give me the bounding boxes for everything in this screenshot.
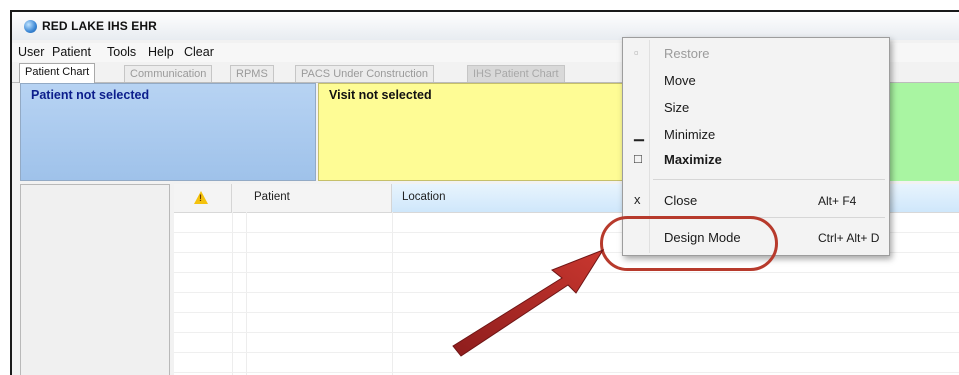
- menu-item-label: Size: [664, 100, 690, 115]
- tab-patient-chart[interactable]: Patient Chart: [19, 63, 96, 83]
- grid-line: [174, 372, 959, 373]
- tab-communication[interactable]: Communication: [124, 65, 213, 82]
- visit-status: Visit not selected: [329, 88, 432, 102]
- maximize-icon: □: [634, 151, 642, 166]
- menu-item-move[interactable]: Move: [623, 69, 889, 93]
- menu-item-label: Restore: [664, 46, 710, 61]
- menu-item-restore[interactable]: ▫ Restore: [623, 42, 889, 66]
- close-icon: x: [634, 192, 641, 207]
- visit-banner[interactable]: Visit not selected: [318, 83, 638, 181]
- warning-icon: !: [194, 191, 208, 204]
- menu-item-shortcut: Ctrl+ Alt+ D: [818, 231, 880, 245]
- menu-item-shortcut: Alt+ F4: [818, 194, 857, 208]
- column-warning[interactable]: !: [174, 184, 232, 212]
- column-patient[interactable]: Patient: [232, 184, 392, 212]
- menu-patient[interactable]: Patient: [52, 45, 91, 59]
- left-pane: [20, 184, 170, 375]
- tab-ihs-patient-chart[interactable]: IHS Patient Chart: [467, 65, 565, 82]
- tab-pacs[interactable]: PACS Under Construction: [295, 65, 434, 82]
- menu-item-minimize[interactable]: ▁ Minimize: [623, 123, 889, 147]
- menu-item-label: Maximize: [664, 152, 722, 167]
- menu-user[interactable]: User: [18, 45, 44, 59]
- tab-rpms[interactable]: RPMS: [230, 65, 274, 82]
- grid-line: [174, 292, 959, 293]
- title-bar[interactable]: RED LAKE IHS EHR: [12, 12, 959, 40]
- menu-item-label: Minimize: [664, 127, 716, 142]
- grid-line: [174, 352, 959, 353]
- menu-tools[interactable]: Tools: [107, 45, 136, 59]
- patient-status: Patient not selected: [31, 88, 150, 102]
- patient-banner[interactable]: Patient not selected: [20, 83, 316, 181]
- grid-line: [246, 212, 247, 375]
- menu-item-close[interactable]: x Close Alt+ F4: [623, 189, 889, 213]
- menu-item-size[interactable]: Size: [623, 96, 889, 120]
- grid-line: [392, 212, 393, 375]
- grid-line: [174, 332, 959, 333]
- minimize-icon: ▁: [634, 126, 644, 141]
- menu-help[interactable]: Help: [148, 45, 174, 59]
- status-banner: [884, 83, 959, 181]
- column-location-label: Location: [402, 191, 446, 203]
- grid-line: [174, 312, 959, 313]
- window-title: RED LAKE IHS EHR: [42, 19, 157, 33]
- menu-separator: [653, 179, 885, 180]
- column-patient-label: Patient: [254, 191, 290, 203]
- menu-item-label: Move: [664, 73, 696, 88]
- menu-item-maximize[interactable]: □ Maximize: [623, 148, 889, 172]
- app-globe-icon[interactable]: [24, 20, 37, 33]
- menu-item-label: Close: [664, 193, 698, 208]
- menu-clear[interactable]: Clear: [184, 45, 214, 59]
- restore-icon: ▫: [634, 45, 639, 60]
- highlight-ellipse: [600, 216, 778, 271]
- grid-line: [174, 272, 959, 273]
- grid-line: [232, 212, 233, 375]
